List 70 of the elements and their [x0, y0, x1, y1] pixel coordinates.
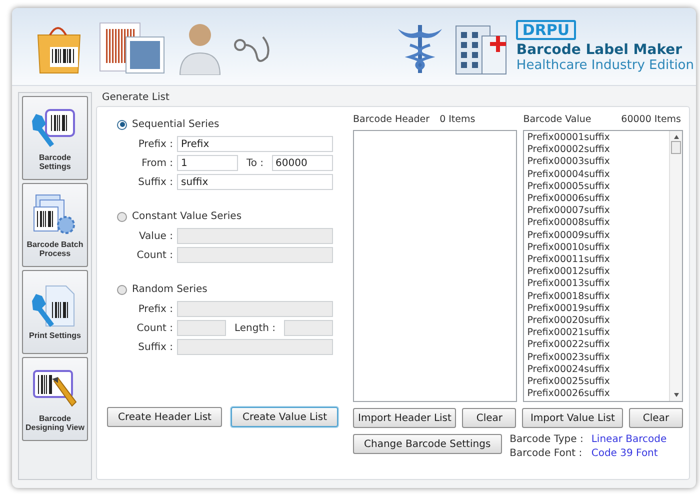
field-label: Count : [136, 322, 173, 334]
sidebar-button[interactable]: Barcode Designing View [22, 357, 88, 441]
import-button[interactable]: Import Value List [522, 408, 623, 428]
field-label: From : [140, 158, 173, 168]
app-title: Barcode Label Maker [516, 42, 682, 58]
info-label: Barcode Font : [510, 448, 584, 459]
import-button[interactable]: Import Header List [353, 408, 456, 428]
field-label: To : [245, 158, 265, 168]
brand-logo: DRPU [516, 20, 576, 40]
group-title: Generate List [101, 92, 170, 105]
list-box[interactable] [523, 130, 683, 402]
scrollbar-thumb[interactable] [671, 141, 681, 154]
input-field[interactable]: 60000 [272, 155, 334, 171]
list-item[interactable]: Prefix00021suffix [527, 327, 666, 340]
list-item[interactable]: Prefix00018suffix [527, 290, 666, 303]
list-item[interactable]: Prefix00001suffix [527, 132, 666, 144]
input-field[interactable]: Prefix [177, 136, 333, 152]
scroll-down-icon[interactable] [674, 393, 678, 397]
list-item[interactable]: Prefix00004suffix [527, 168, 666, 181]
list-item[interactable]: Prefix00010suffix [527, 242, 666, 254]
input-field[interactable]: 1 [177, 155, 238, 171]
field-label: Prefix : [137, 138, 173, 150]
list-item[interactable]: Prefix00013suffix [527, 278, 666, 291]
item-count: 60000 Items [621, 114, 681, 125]
radio-label: Constant Value Series [132, 211, 242, 222]
scroll-up-icon[interactable] [674, 135, 678, 139]
field-label: Suffix : [137, 176, 173, 188]
barcode-stack-gear-icon [32, 192, 78, 236]
list-title: Barcode Header [353, 114, 430, 125]
radio-label: Sequential Series [132, 119, 220, 130]
sidebar-button[interactable]: Print Settings [22, 270, 88, 354]
list-item[interactable]: Prefix00008suffix [527, 217, 666, 230]
list-item[interactable]: Prefix00006suffix [527, 193, 666, 206]
field-label: Prefix : [137, 304, 173, 314]
radio-button[interactable] [117, 120, 127, 130]
create-list-button[interactable]: Create Header List [107, 407, 222, 427]
radio-button[interactable] [117, 212, 127, 222]
create-list-button[interactable]: Create Value List [231, 407, 338, 427]
app-subtitle: Healthcare Industry Edition [516, 58, 694, 73]
list-item[interactable]: Prefix00007suffix [527, 205, 666, 218]
list-item[interactable]: Prefix00012suffix [527, 266, 666, 278]
list-item[interactable]: Prefix00005suffix [527, 180, 666, 194]
item-count: 0 Items [440, 114, 476, 125]
list-item[interactable]: Prefix00023suffix [527, 352, 666, 364]
clear-button[interactable]: Clear [462, 408, 516, 428]
list-item[interactable]: Prefix00003suffix [527, 156, 666, 169]
info-value: Code 39 Font [591, 448, 659, 459]
field-label: Value : [138, 230, 173, 242]
list-item[interactable]: Prefix00026suffix [527, 388, 666, 400]
sidebar-button[interactable]: Barcode Settings [22, 96, 88, 180]
input-field[interactable]: suffix [177, 174, 333, 190]
field-label: Count : [136, 250, 173, 260]
info-value: Linear Barcode [591, 434, 667, 445]
list-title: Barcode Value [523, 114, 592, 125]
list-item[interactable]: Prefix00009suffix [527, 230, 666, 242]
list-item[interactable]: Prefix00022suffix [527, 339, 666, 352]
radio-button[interactable] [117, 284, 127, 294]
list-item[interactable]: Prefix00019suffix [527, 302, 666, 316]
list-item[interactable]: Prefix00002suffix [527, 144, 666, 156]
clear-button[interactable]: Clear [629, 408, 683, 428]
list-item[interactable]: Prefix00024suffix [527, 364, 666, 376]
radio-label: Random Series [132, 284, 208, 295]
list-item[interactable]: Prefix00020suffix [527, 315, 666, 328]
change-settings-button[interactable]: Change Barcode Settings [353, 434, 502, 454]
field-label: Length : [233, 322, 277, 334]
list-item[interactable]: Prefix00011suffix [527, 254, 666, 266]
field-label: Suffix : [137, 342, 173, 352]
list-item[interactable]: Prefix00025suffix [527, 376, 666, 388]
info-label: Barcode Type : [510, 434, 584, 445]
sidebar-button[interactable]: Barcode Batch Process [22, 183, 88, 267]
